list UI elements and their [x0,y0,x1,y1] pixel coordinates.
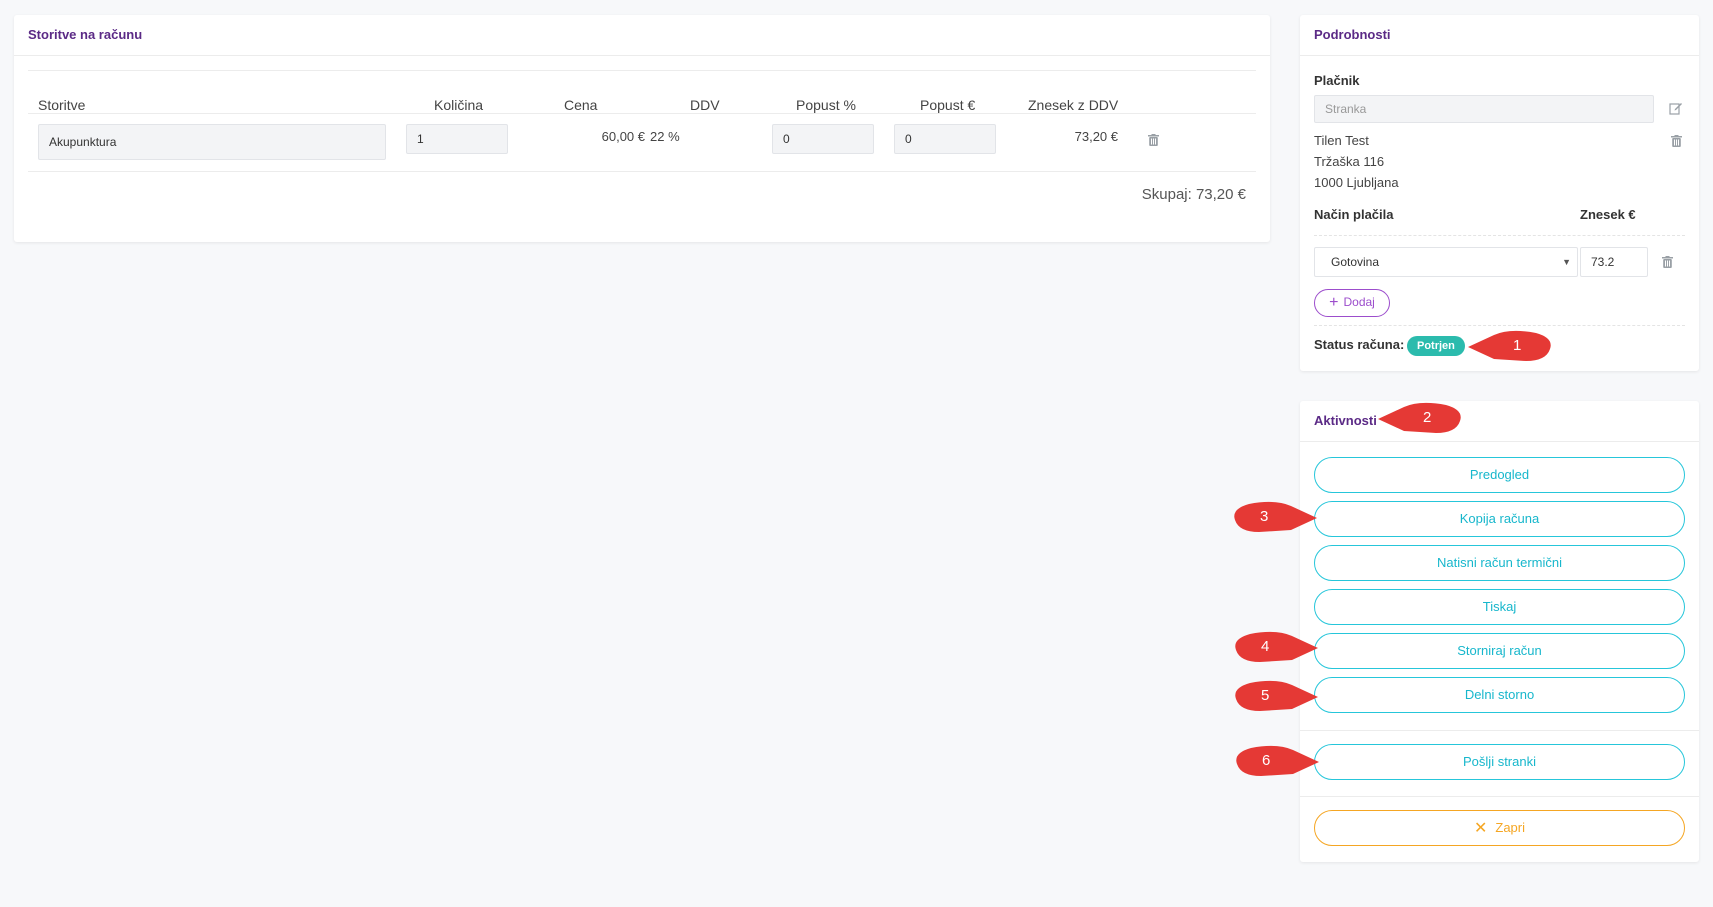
close-button[interactable]: ✕ Zapri [1314,810,1685,846]
header-discount-eur: Popust € [920,97,976,113]
callout-marker [1378,402,1461,433]
discount-pct-input[interactable]: 0 [772,124,874,154]
partial-cancel-button[interactable]: Delni storno [1314,677,1685,713]
discount-eur-input[interactable]: 0 [894,124,996,154]
trash-icon[interactable] [1148,134,1159,146]
amount-label: Znesek € [1580,207,1636,222]
payment-method-select[interactable]: Gotovina ▼ [1314,247,1578,277]
print-thermal-button[interactable]: Natisni račun termični [1314,545,1685,581]
callout-marker [1468,330,1551,361]
chevron-down-icon: ▼ [1562,257,1571,267]
payment-method-value: Gotovina [1331,255,1380,269]
callout-number: 1 [1513,337,1522,354]
callout-number: 3 [1260,508,1269,525]
address-name: Tilen Test [1314,133,1369,148]
callout-number: 6 [1262,752,1271,769]
header-price: Cena [564,97,598,113]
header-vat: DDV [690,97,720,113]
plus-icon: + [1329,294,1339,311]
close-icon: ✕ [1473,820,1488,837]
trash-icon[interactable] [1671,135,1682,147]
activities-card: Aktivnosti Predogled Kopija računa Natis… [1300,401,1699,862]
trash-icon[interactable] [1662,256,1673,268]
quantity-input[interactable]: 1 [406,124,508,154]
divider [1300,730,1699,731]
divider [28,171,1256,172]
details-card: Podrobnosti Plačnik Stranka Tilen Test T… [1300,15,1699,371]
divider [1300,796,1699,797]
callout-number: 5 [1261,687,1270,704]
payer-label: Plačnik [1314,73,1360,88]
add-label: Dodaj [1343,295,1375,309]
total-label: Skupaj: 73,20 € [1141,186,1246,203]
header-quantity: Količina [434,97,484,113]
address-street: Tržaška 116 [1314,154,1385,169]
callout-marker [1236,745,1319,776]
divider [28,70,1256,71]
status-label: Status računa: [1314,337,1405,352]
add-payment-button[interactable]: + Dodaj [1314,289,1390,317]
service-input[interactable]: Akupunktura [38,124,386,160]
divider [1314,325,1685,327]
details-title: Podrobnosti [1300,15,1699,56]
header-amount-vat: Znesek z DDV [1028,97,1119,113]
callout-marker [1234,501,1317,532]
print-button[interactable]: Tiskaj [1314,589,1685,625]
send-to-client-button[interactable]: Pošlji stranki [1314,744,1685,780]
activities-title: Aktivnosti [1300,401,1699,442]
divider [1314,235,1685,237]
status-badge: Potrjen [1407,336,1465,356]
price-value: 60,00 € [601,129,645,144]
amount-vat-value: 73,20 € [1074,129,1118,144]
close-label: Zapri [1495,820,1526,835]
preview-button[interactable]: Predogled [1314,457,1685,493]
divider [28,113,1256,114]
cancel-invoice-button[interactable]: Storniraj račun [1314,633,1685,669]
callout-marker [1235,631,1318,662]
header-service: Storitve [38,97,86,113]
services-card: Storitve na računu Storitve Količina Cen… [14,15,1270,242]
services-title: Storitve na računu [14,15,1270,56]
callout-number: 4 [1261,638,1270,655]
address-city: 1000 Ljubljana [1314,175,1399,190]
invoice-copy-button[interactable]: Kopija računa [1314,501,1685,537]
header-discount-pct: Popust % [796,97,856,113]
payer-input[interactable]: Stranka [1314,95,1654,123]
payment-method-label: Način plačila [1314,207,1394,222]
edit-icon[interactable] [1669,101,1683,115]
payment-amount-input[interactable]: 73.2 [1580,247,1648,277]
callout-number: 2 [1423,409,1432,426]
callout-marker [1235,680,1318,711]
vat-value: 22 % [650,129,680,144]
